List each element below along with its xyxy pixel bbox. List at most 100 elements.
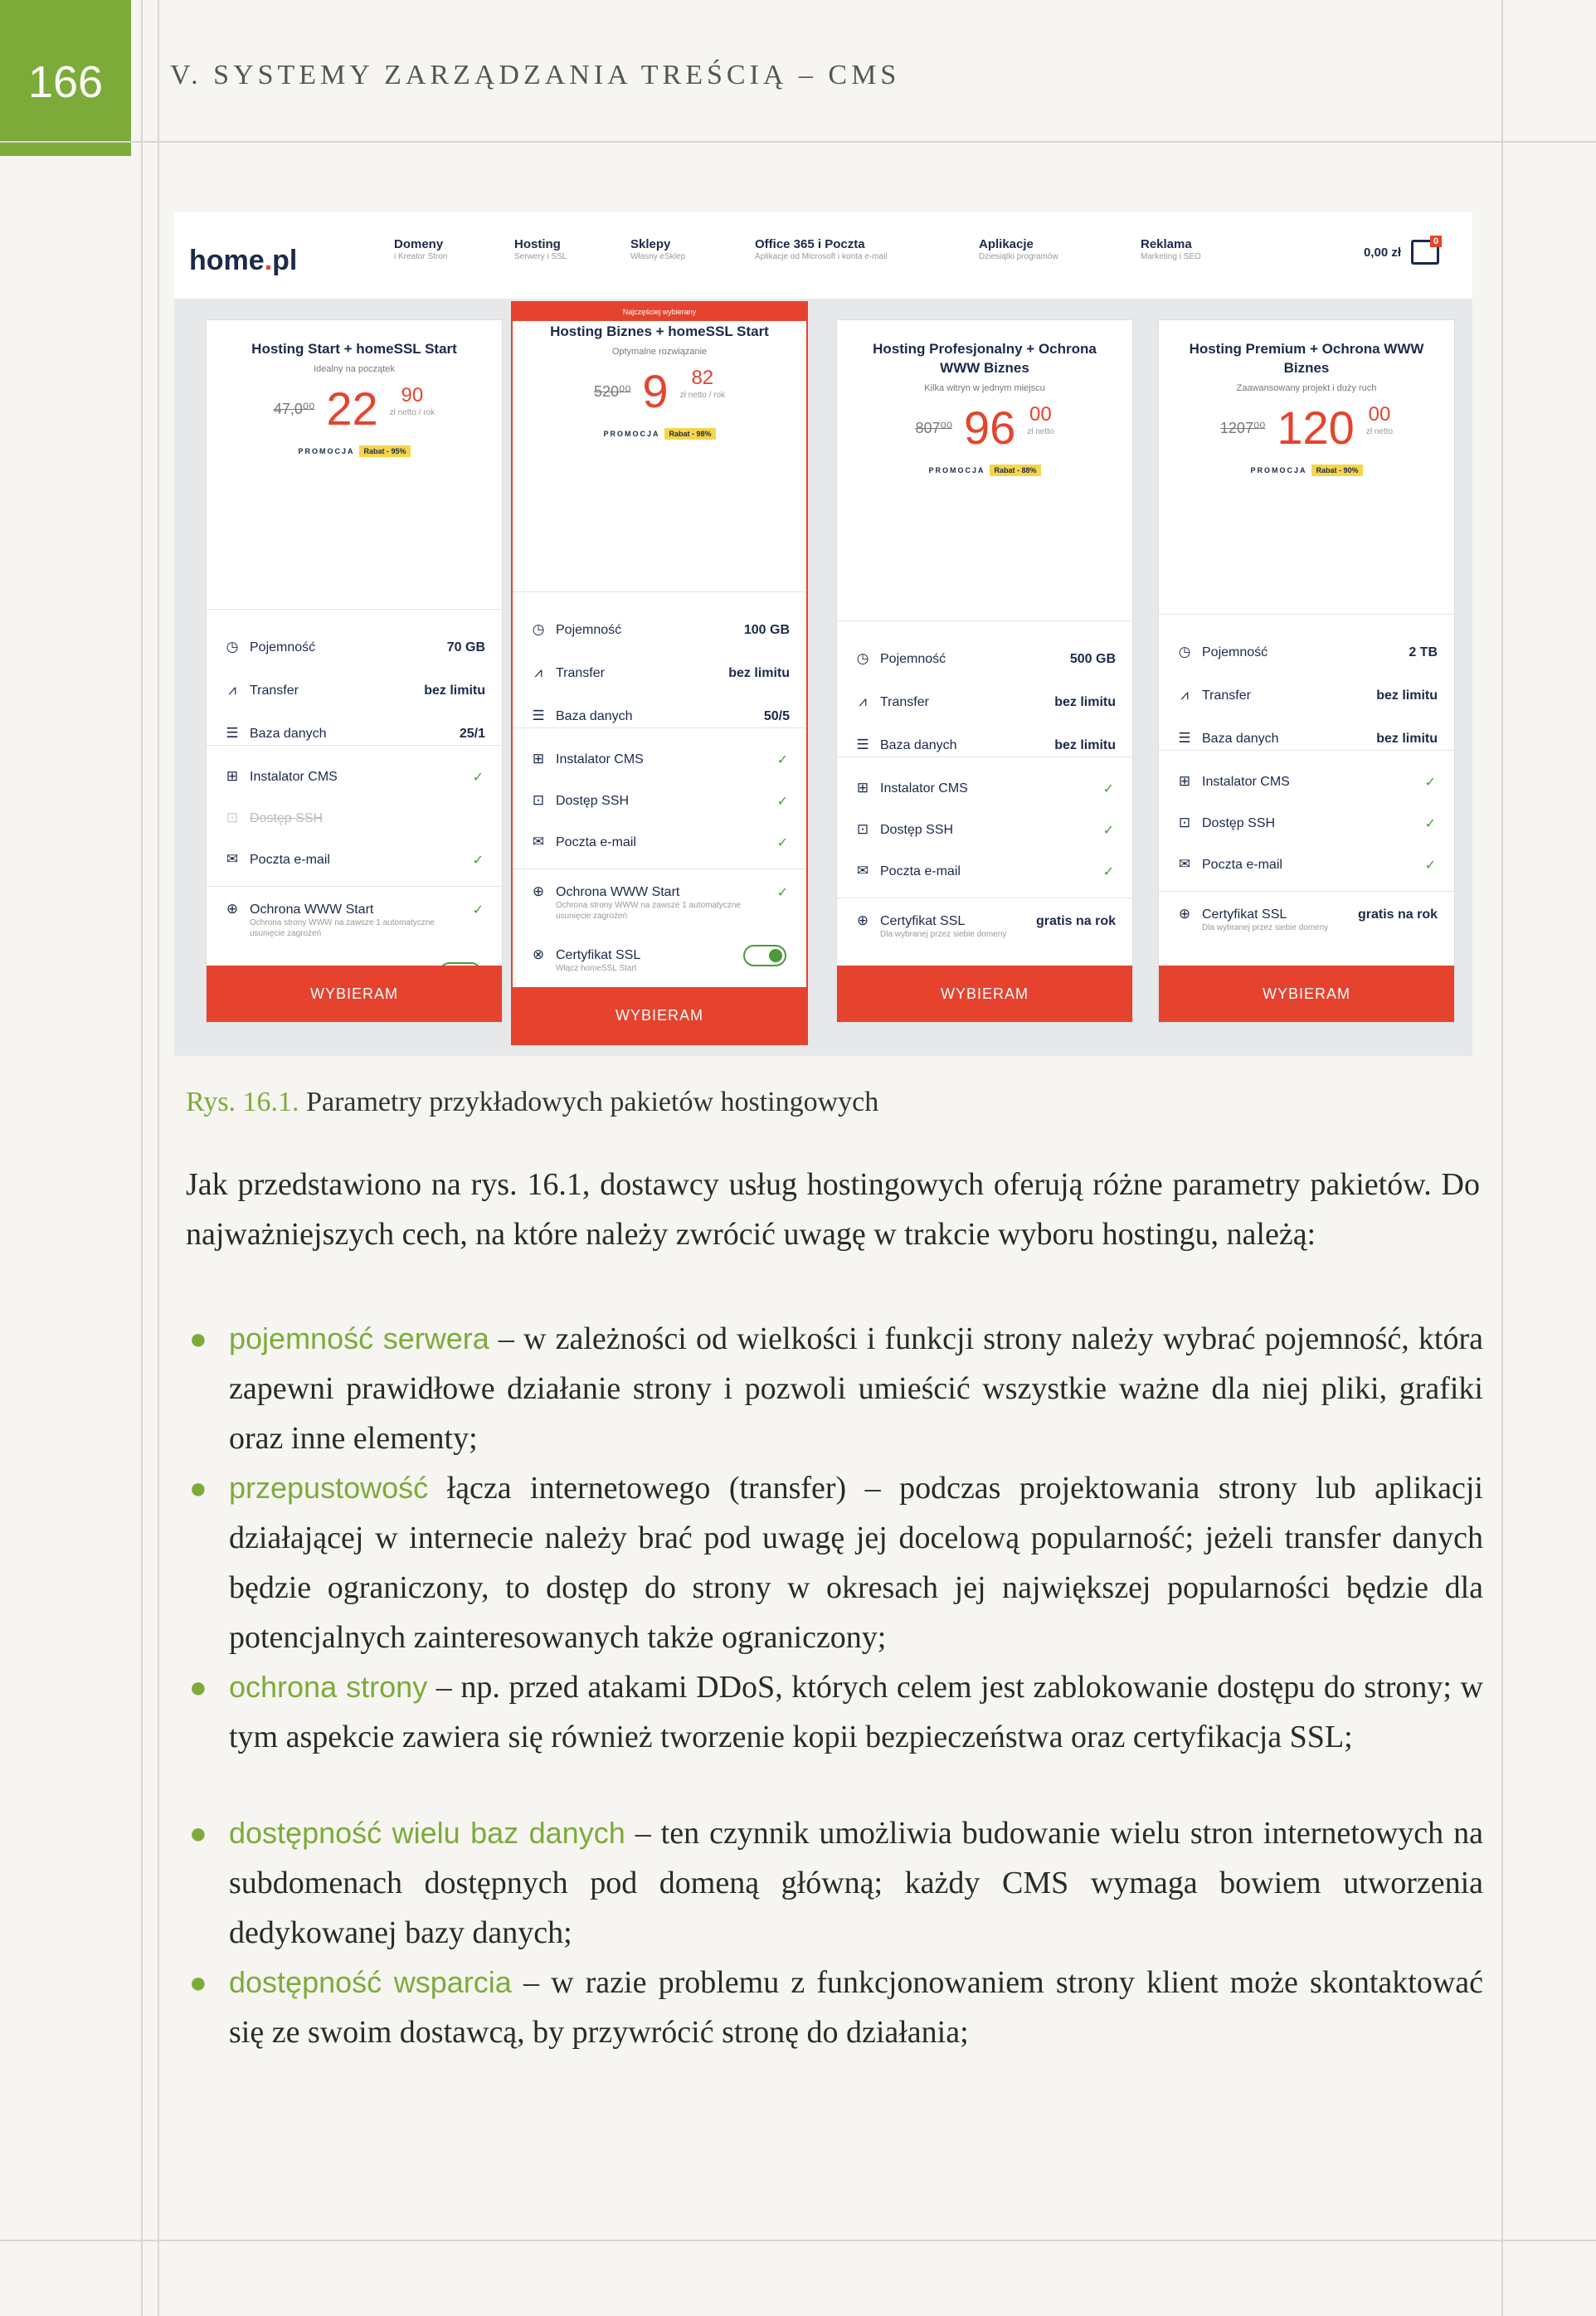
nav-hosting[interactable]: Hosting Serwery i SSL xyxy=(514,237,567,260)
bullet-term: pojemność serwera xyxy=(229,1321,489,1355)
feature-icon: ⊗ xyxy=(532,946,545,962)
spec-row: ◷ Pojemność 2 TB xyxy=(1159,644,1454,664)
margin-line-right xyxy=(1501,0,1503,2316)
nav-aplikacje[interactable]: Aplikacje Dziesiątki programów xyxy=(979,237,1058,260)
choose-button[interactable]: WYBIERAM xyxy=(207,966,502,1022)
price-cents-block: 82 zł netto / rok xyxy=(679,366,726,400)
spec-value: bez limitu xyxy=(1376,732,1438,746)
feature-value: gratis na rok xyxy=(1357,907,1438,922)
feature-label: Instalator CMS xyxy=(1202,775,1290,789)
spec-value: bez limitu xyxy=(424,684,485,698)
nav-domeny[interactable]: Domeny i Kreator Stron xyxy=(394,237,447,260)
site-logo[interactable]: home.pl xyxy=(189,245,297,277)
choose-button[interactable]: WYBIERAM xyxy=(1159,966,1454,1022)
feature-label: Certyfikat SSL xyxy=(880,914,966,928)
plan-title: Hosting Biznes + homeSSL Start xyxy=(550,324,769,339)
header-rule xyxy=(0,141,1596,143)
spec-value: bez limitu xyxy=(1054,738,1116,752)
feature-row: ⊡ Dostęp SSH xyxy=(207,810,502,830)
site-navbar: home.pl Domeny i Kreator Stron Hosting Ser… xyxy=(174,212,1472,294)
feature-icon: ⊞ xyxy=(856,780,869,796)
card-divider xyxy=(207,745,502,746)
promo: PROMOCJA Rabat - 95% xyxy=(207,445,502,457)
bullet-term: przepustowość xyxy=(229,1471,429,1505)
feature-icon: ✉ xyxy=(532,834,545,849)
spec-icon: ⩘ xyxy=(534,664,543,680)
caption-label: Rys. 16.1. xyxy=(186,1087,299,1117)
feature-label: Dostęp SSH xyxy=(880,823,954,837)
spec-value: 2 TB xyxy=(1409,645,1438,659)
price-cents: 82 xyxy=(691,366,714,389)
price-cents: 90 xyxy=(401,383,424,406)
choose-button[interactable]: WYBIERAM xyxy=(837,966,1132,1022)
promo-label: PROMOCJA xyxy=(603,429,660,438)
choose-button[interactable]: WYBIERAM xyxy=(513,987,806,1044)
plan-price: 22 xyxy=(326,382,378,435)
spec-row: ☰ Baza danych 50/5 xyxy=(513,708,806,727)
card-divider xyxy=(837,620,1132,621)
feature-note: Ochrona strony WWW na zawsze 1 automatyc… xyxy=(556,901,741,921)
nav-sklepy[interactable]: Sklepy Własny eSklep xyxy=(630,237,685,260)
rabat-badge: Rabat - 90% xyxy=(1311,464,1363,476)
card-divider xyxy=(513,591,806,592)
feature-toggle[interactable] xyxy=(743,945,786,966)
price-unit: zł netto / rok xyxy=(679,390,726,400)
promo-label: PROMOCJA xyxy=(298,446,355,455)
price-unit: zł netto xyxy=(1365,426,1394,436)
feature-icon: ⊕ xyxy=(226,901,239,917)
feature-note: Ochrona strony WWW na zawsze 1 automatyc… xyxy=(250,918,435,938)
plan-card: Hosting Start + homeSSL Start Idealny na… xyxy=(206,319,503,1023)
plan-price: 96 xyxy=(963,401,1016,454)
feature-label: Certyfikat SSL xyxy=(1202,907,1287,922)
feature-row: ⊕ Ochrona WWW Start Ochrona strony WWW na… xyxy=(513,883,806,921)
plan-header: Hosting Profesjonalny + Ochrona WWW Bizn… xyxy=(837,340,1132,476)
spec-icon: ◷ xyxy=(226,639,239,654)
card-divider xyxy=(207,609,502,610)
spec-row: ☰ Baza danych 25/1 xyxy=(207,725,502,745)
plan-title: Hosting Profesjonalny + Ochrona WWW Bizn… xyxy=(873,341,1097,376)
check-icon: ✓ xyxy=(1102,824,1114,838)
bullet-item: ● dostępność wielu baz danych – ten czynn… xyxy=(189,1808,1483,1958)
nav-office[interactable]: Office 365 i Poczta Aplikacje od Microsof… xyxy=(755,237,888,260)
feature-label: Poczta e-mail xyxy=(880,864,961,878)
feature-label: Dostęp SSH xyxy=(1202,816,1276,830)
promo: PROMOCJA Rabat - 90% xyxy=(1159,464,1454,476)
feature-label: Dostęp SSH xyxy=(250,811,324,825)
spec-row: ☰ Baza danych bez limitu xyxy=(837,737,1132,757)
feature-icon: ✉ xyxy=(856,863,869,878)
hosting-screenshot: home.pl Domeny i Kreator Stron Hosting Ser… xyxy=(174,212,1472,1056)
spec-label: Pojemność xyxy=(556,623,622,637)
plan-subtitle: Zaawansowany projekt i duży ruch xyxy=(1236,382,1377,393)
spec-icon: ⩘ xyxy=(228,682,236,698)
page-number: 166 xyxy=(0,0,131,156)
caption-text: Parametry przykładowych pakietów hosting… xyxy=(306,1087,879,1117)
cart[interactable]: 0,00 zł 0 xyxy=(1363,236,1442,265)
bullet-item: ● dostępność wsparcia – w razie problemu … xyxy=(189,1958,1483,2057)
feature-label: Dostęp SSH xyxy=(556,794,630,808)
nav-reklama[interactable]: Reklama Marketing i SEO xyxy=(1141,237,1201,260)
plan-header: Hosting Biznes + homeSSL Start Optymalne… xyxy=(513,323,806,440)
chapter-header: V. SYSTEMY ZARZĄDZANIA TREŚCIĄ – CMS xyxy=(170,60,901,90)
feature-row: ⊡ Dostęp SSH ✓ xyxy=(1159,815,1454,834)
feature-label: Poczta e-mail xyxy=(250,853,330,867)
feature-value: gratis na rok xyxy=(1035,914,1116,928)
promo: PROMOCJA Rabat - 98% xyxy=(513,427,806,440)
spec-value: 70 GB xyxy=(446,640,485,654)
rabat-badge: Rabat - 98% xyxy=(664,427,716,440)
feature-row: ⊕ Certyfikat SSL Dla wybranej przez siebi… xyxy=(1159,906,1454,932)
feature-note: Dla wybranej przez siebie domeny xyxy=(880,930,1007,939)
feature-icon: ⊡ xyxy=(532,792,545,808)
spec-value: bez limitu xyxy=(728,666,790,680)
cart-total: 0,00 zł xyxy=(1363,245,1401,260)
spec-row: ⩘ Transfer bez limitu xyxy=(207,682,502,702)
check-icon: ✓ xyxy=(1424,859,1436,873)
feature-row: ⊕ Ochrona WWW Start Ochrona strony WWW na… xyxy=(207,901,502,938)
intro-paragraph: Jak przedstawiono na rys. 16.1, dostawcy… xyxy=(186,1167,1480,1252)
feature-icon: ⊞ xyxy=(532,751,545,766)
price-cents: 00 xyxy=(1029,402,1052,426)
feature-row: ⊞ Instalator CMS ✓ xyxy=(1159,773,1454,793)
check-icon: ✓ xyxy=(1102,782,1114,796)
feature-row: ⊞ Instalator CMS ✓ xyxy=(837,780,1132,800)
card-divider xyxy=(1159,614,1454,615)
feature-label: Certyfikat SSL xyxy=(556,948,641,962)
